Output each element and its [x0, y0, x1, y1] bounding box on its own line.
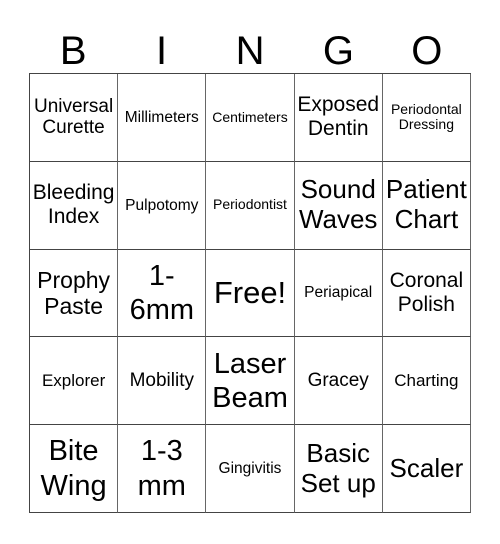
bingo-cell[interactable]: Bleeding Index	[30, 161, 119, 250]
bingo-cell[interactable]: Gingivitis	[206, 425, 295, 513]
bingo-cell[interactable]: Coronal Polish	[382, 249, 471, 338]
bingo-card-grid: Universal Curette Millimeters Centimeter…	[29, 73, 471, 513]
header-letter-n: N	[235, 29, 265, 73]
bingo-cell[interactable]: Basic Set up	[294, 425, 383, 513]
bingo-cell[interactable]: Patient Chart	[382, 161, 471, 250]
bingo-cell[interactable]: 1-3 mm	[118, 425, 207, 513]
header-letter-i: I	[156, 29, 168, 73]
bingo-cell[interactable]: Gracey	[294, 337, 383, 426]
bingo-header: B I N G O	[29, 30, 471, 73]
header-letter-g: G	[322, 29, 354, 73]
bingo-cell[interactable]: Exposed Dentin	[294, 74, 383, 162]
bingo-cell[interactable]: Periodontist	[206, 161, 295, 250]
bingo-cell[interactable]: Scaler	[382, 425, 471, 513]
bingo-cell[interactable]: Universal Curette	[30, 74, 119, 162]
bingo-cell[interactable]: Bite Wing	[30, 425, 119, 513]
bingo-cell[interactable]: Sound Waves	[294, 161, 383, 250]
header-letter-o: O	[411, 29, 443, 73]
bingo-cell[interactable]: Centimeters	[206, 74, 295, 162]
bingo-cell[interactable]: Periodontal Dressing	[382, 74, 471, 162]
free-space-cell[interactable]: Free!	[206, 249, 295, 338]
bingo-cell[interactable]: Laser Beam	[206, 337, 295, 426]
bingo-cell[interactable]: Millimeters	[118, 74, 207, 162]
bingo-cell[interactable]: Prophy Paste	[30, 249, 119, 338]
bingo-cell[interactable]: Explorer	[30, 337, 119, 426]
bingo-cell[interactable]: 1- 6mm	[118, 249, 207, 338]
bingo-cell[interactable]: Pulpotomy	[118, 161, 207, 250]
header-letter-b: B	[59, 29, 87, 73]
bingo-cell[interactable]: Charting	[382, 337, 471, 426]
bingo-cell[interactable]: Mobility	[118, 337, 207, 426]
bingo-cell[interactable]: Periapical	[294, 249, 383, 338]
